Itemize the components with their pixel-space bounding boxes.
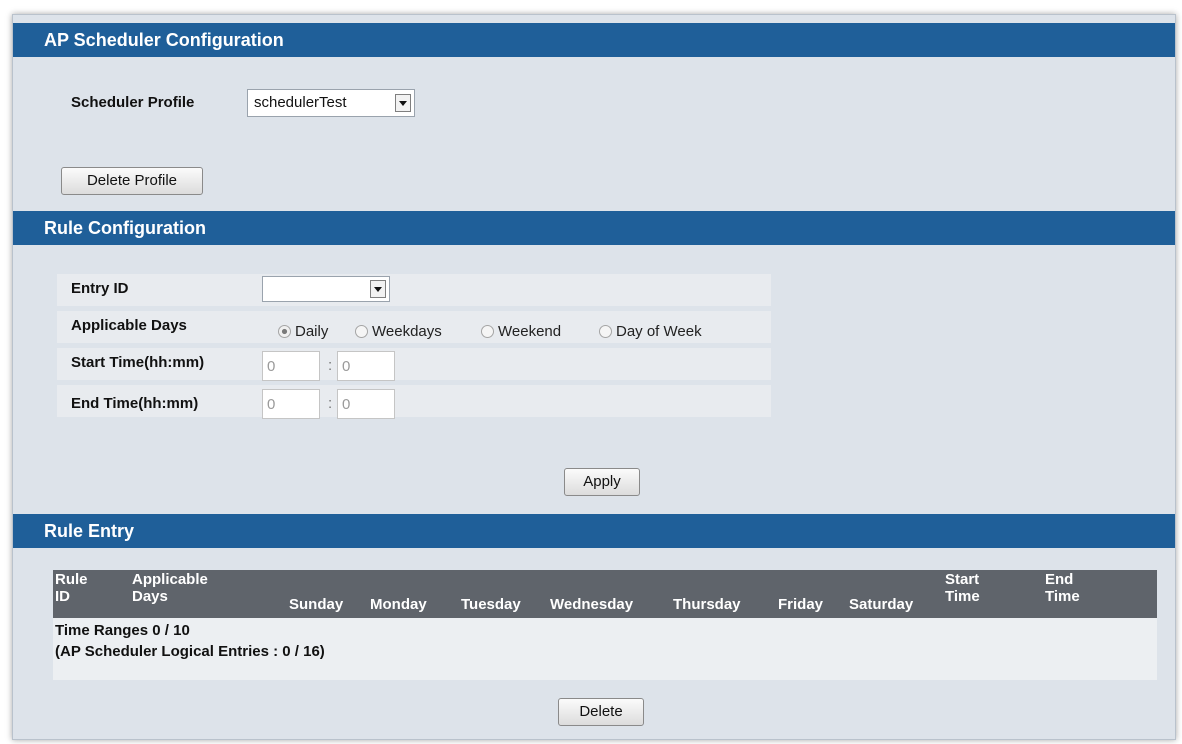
radio-selected-icon[interactable] [278,325,291,338]
apply-button[interactable]: Apply [564,468,640,496]
end-hour-input[interactable]: 0 [262,389,320,419]
radio-unselected-icon[interactable] [481,325,494,338]
rule-entry-table-header: Rule ID Applicable Days Sunday Monday Tu… [53,570,1157,618]
end-minute-input[interactable]: 0 [337,389,395,419]
applicable-days-label: Applicable Days [71,317,187,334]
radio-daily-label: Daily [295,323,329,340]
radio-unselected-icon[interactable] [355,325,368,338]
radio-weekend[interactable]: Weekend [481,323,561,340]
rule-entry-table-body: Time Ranges 0 / 10 (AP Scheduler Logical… [53,618,1157,680]
col-saturday: Saturday [849,596,914,613]
chevron-down-icon[interactable] [395,94,411,112]
time-separator: : [328,357,333,374]
col-monday: Monday [370,596,427,613]
radio-unselected-icon[interactable] [599,325,612,338]
ap-scheduler-header: AP Scheduler Configuration [13,23,1175,57]
radio-daily[interactable]: Daily [278,323,328,340]
time-separator: : [328,395,333,412]
start-minute-input[interactable]: 0 [337,351,395,381]
delete-profile-button[interactable]: Delete Profile [61,167,203,195]
rule-entry-title: Rule Entry [44,521,135,541]
radio-day-of-week-label: Day of Week [616,323,702,340]
col-thursday: Thursday [673,596,741,613]
col-tuesday: Tuesday [461,596,521,613]
start-time-label: Start Time(hh:mm) [71,354,205,371]
col-applicable-days-line1: Applicable [132,571,208,588]
entry-id-row [57,274,771,306]
rule-configuration-title: Rule Configuration [44,218,206,238]
col-friday: Friday [778,596,824,613]
col-start-time-line1: Start [945,571,980,588]
scheduler-profile-label: Scheduler Profile [71,94,195,111]
content-frame: AP Scheduler Configuration Scheduler Pro… [12,14,1176,740]
entry-id-label: Entry ID [71,280,129,297]
col-end-time-line1: End [1045,571,1074,588]
col-applicable-days-line2: Days [132,588,168,605]
entry-id-select[interactable] [262,276,390,302]
rule-configuration-header: Rule Configuration [13,211,1175,245]
col-rule-id-line2: ID [55,588,70,605]
end-time-label: End Time(hh:mm) [71,395,199,412]
col-start-time-line2: Time [945,588,980,605]
col-rule-id-line1: Rule [55,571,88,588]
scheduler-profile-value: schedulerTest [254,94,347,111]
rule-entry-header: Rule Entry [13,514,1175,548]
radio-day-of-week[interactable]: Day of Week [599,323,702,340]
radio-weekdays[interactable]: Weekdays [355,323,442,340]
delete-button[interactable]: Delete [558,698,644,726]
radio-weekend-label: Weekend [498,323,562,340]
col-sunday: Sunday [289,596,344,613]
time-ranges-text: Time Ranges 0 / 10 [55,622,190,639]
logical-entries-text: (AP Scheduler Logical Entries : 0 / 16) [55,643,325,660]
ap-scheduler-title: AP Scheduler Configuration [44,30,284,50]
col-wednesday: Wednesday [550,596,634,613]
chevron-down-icon[interactable] [370,280,386,298]
radio-weekdays-label: Weekdays [372,323,442,340]
start-hour-input[interactable]: 0 [262,351,320,381]
scheduler-profile-select[interactable]: schedulerTest [247,89,415,117]
col-end-time-line2: Time [1045,588,1080,605]
